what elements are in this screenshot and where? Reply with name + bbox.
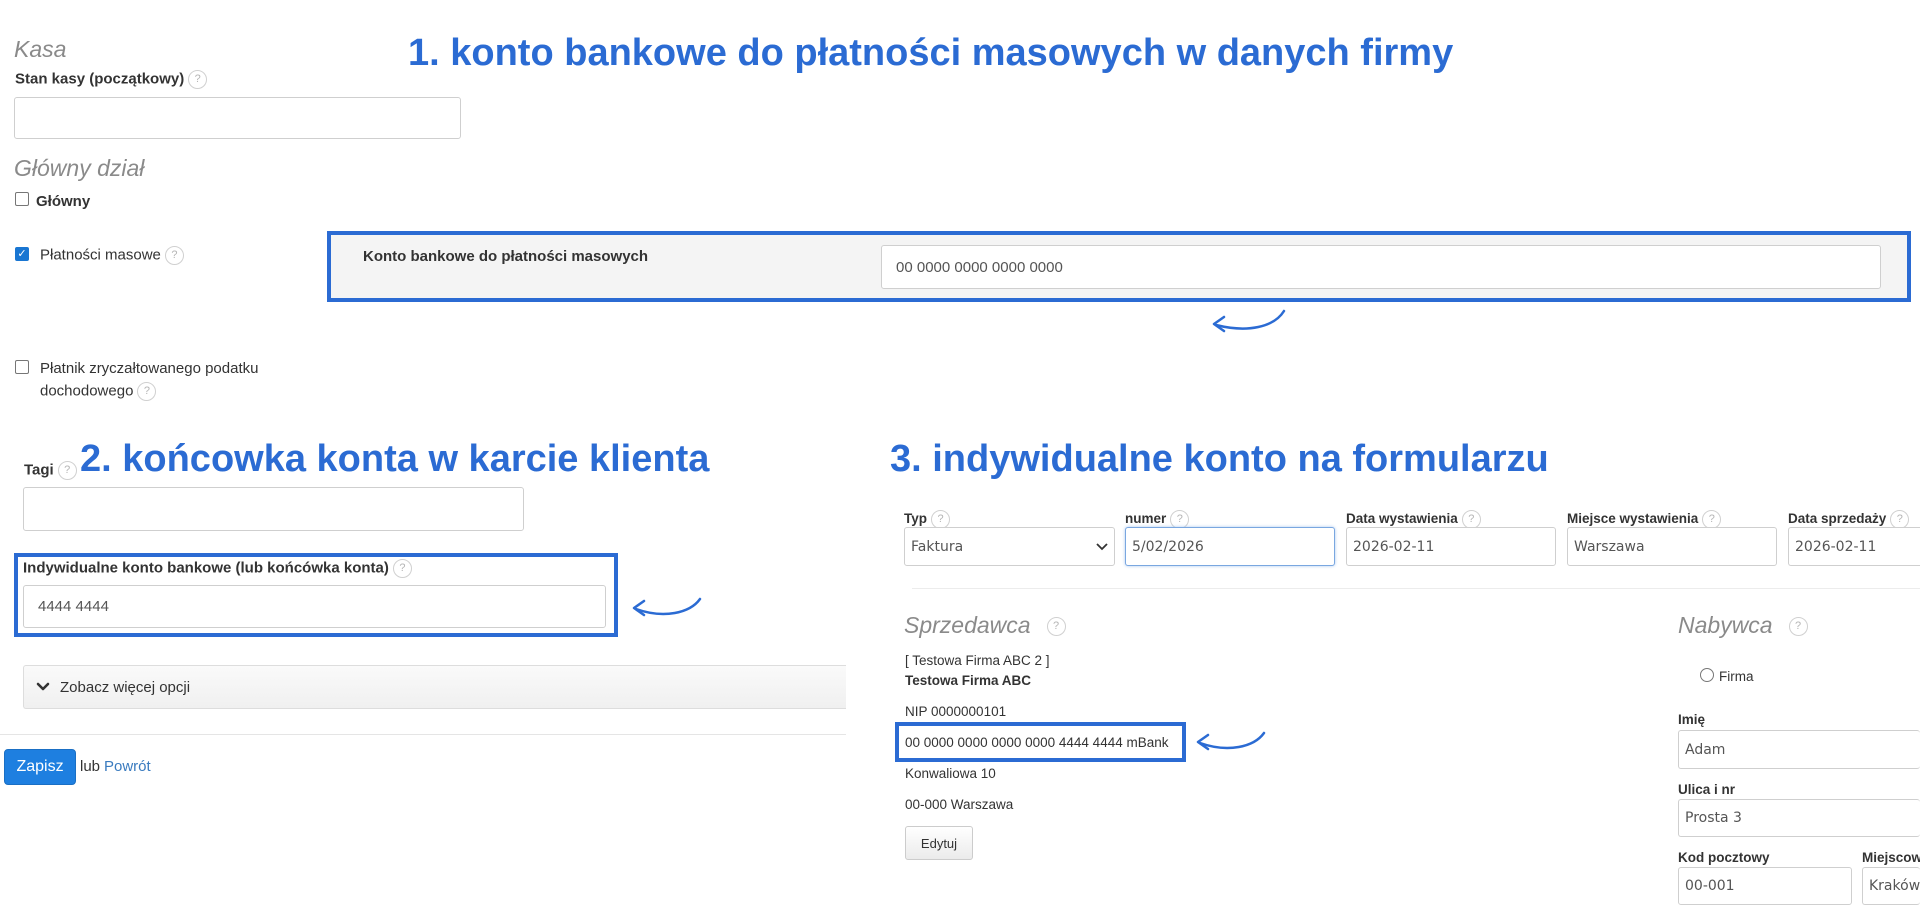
curved-arrow-icon [632, 597, 702, 617]
save-button[interactable]: Zapisz [4, 749, 76, 785]
data-sprzedazy-input[interactable]: 2026-02-11 [1788, 527, 1920, 566]
nabywca-title: Nabywca? [1678, 612, 1808, 639]
platnik-label-line2: dochodowego? [40, 382, 157, 401]
sprzedawca-title: Sprzedawca? [904, 612, 1066, 639]
chevron-down-icon [36, 679, 50, 695]
edit-seller-button[interactable]: Edytuj [905, 826, 973, 860]
back-link[interactable]: Powrót [104, 758, 151, 775]
miejscowosc-input[interactable]: Kraków [1862, 867, 1920, 905]
miejsce-input[interactable]: Warszawa [1567, 527, 1777, 566]
heading-2: 2. końcowka konta w karcie klienta [80, 438, 710, 480]
seller-name: Testowa Firma ABC [905, 673, 1032, 688]
ulica-label: Ulica i nr [1678, 782, 1736, 797]
glowny-dzial-title: Główny dział [14, 155, 145, 181]
heading-3: 3. indywidualne konto na formularzu [890, 438, 1549, 480]
seller-city: 00-000 Warszawa [905, 797, 1014, 812]
kod-pocztowy-label: Kod pocztowy [1678, 850, 1770, 865]
platnik-checkbox[interactable] [15, 360, 29, 374]
help-icon[interactable]: ? [137, 382, 157, 401]
more-options-toggle[interactable]: Zobacz więcej opcji [23, 665, 846, 709]
glowny-checkbox[interactable] [15, 192, 29, 206]
platnosci-masowe-label: Płatności masowe? [40, 246, 184, 265]
stan-kasy-label: Stan kasy (początkowy)? [15, 70, 208, 89]
curved-arrow-icon [1212, 309, 1286, 333]
help-icon[interactable]: ? [1788, 617, 1808, 637]
numer-input[interactable]: 5/02/2026 [1125, 527, 1335, 566]
firma-radio[interactable] [1700, 668, 1714, 682]
indywidualne-label: Indywidualne konto bankowe (lub końcówka… [23, 559, 412, 578]
checkmark-icon: ✓ [17, 248, 27, 260]
ulica-input[interactable]: Prosta 3 [1678, 799, 1920, 837]
tagi-input[interactable] [23, 487, 524, 531]
glowny-label: Główny [36, 193, 91, 210]
seller-account: 00 0000 0000 0000 0000 4444 4444 mBank [905, 735, 1169, 750]
imie-input[interactable]: Adam [1678, 730, 1920, 769]
indywidualne-input[interactable]: 4444 4444 [23, 585, 606, 628]
kasa-title: Kasa [14, 36, 67, 62]
more-options-label: Zobacz więcej opcji [60, 678, 191, 696]
imie-label: Imię [1678, 712, 1706, 727]
chevron-down-icon [1096, 542, 1108, 550]
divider [0, 734, 846, 735]
konto-masowe-label: Konto bankowe do płatności masowych [363, 248, 649, 265]
divider [912, 588, 1920, 589]
seller-nip: NIP 0000000101 [905, 704, 1007, 719]
help-icon[interactable]: ? [188, 70, 208, 89]
kod-pocztowy-input[interactable]: 00-001 [1678, 867, 1852, 905]
seller-short-name: [ Testowa Firma ABC 2 ] [905, 653, 1050, 668]
firma-radio-label: Firma [1719, 669, 1754, 684]
heading-1: 1. konto bankowe do płatności masowych w… [408, 32, 1454, 74]
miejscowosc-label: Miejscow [1862, 850, 1920, 865]
seller-street: Konwaliowa 10 [905, 766, 996, 781]
help-icon[interactable]: ? [392, 559, 412, 578]
help-icon[interactable]: ? [57, 461, 77, 480]
platnosci-masowe-checkbox[interactable]: ✓ [15, 247, 29, 261]
platnik-label-line1: Płatnik zryczałtowanego podatku [40, 360, 259, 377]
konto-masowe-input[interactable]: 00 0000 0000 0000 0000 [881, 245, 1881, 289]
help-icon[interactable]: ? [1046, 617, 1066, 637]
or-text: lub [80, 758, 101, 775]
stan-kasy-input[interactable] [14, 97, 461, 139]
data-wystawienia-input[interactable]: 2026-02-11 [1346, 527, 1556, 566]
curved-arrow-icon [1196, 731, 1266, 751]
typ-select[interactable]: Faktura [904, 527, 1115, 566]
tagi-label: Tagi? [24, 461, 77, 480]
help-icon[interactable]: ? [164, 246, 184, 265]
